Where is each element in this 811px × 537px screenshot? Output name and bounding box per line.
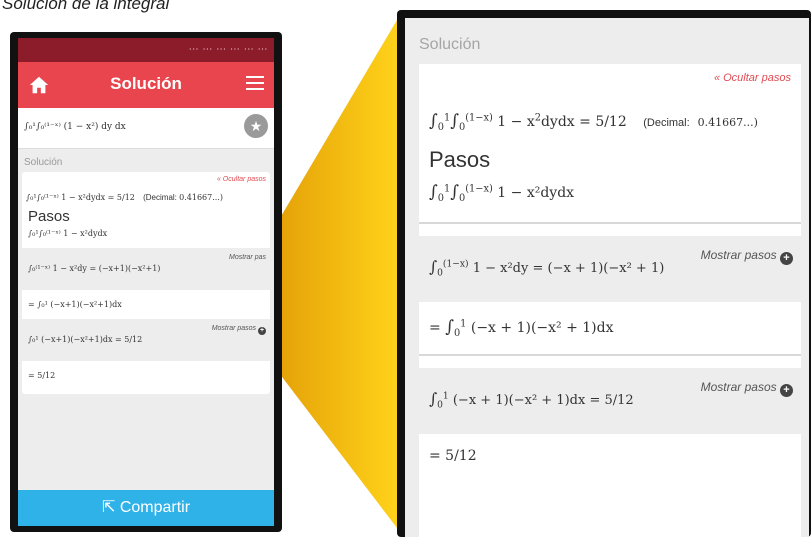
step-1: ∫0(1−x) 1 − x²dy = (−x + 1)(−x² + 1) Mos… xyxy=(419,235,801,302)
steps-heading: Pasos xyxy=(28,208,70,225)
app-header: Solución xyxy=(18,62,274,108)
menu-icon[interactable] xyxy=(246,76,264,92)
show-steps-button[interactable]: Mostrar pasos + xyxy=(701,248,793,265)
result-integrand: 1 − x xyxy=(497,114,535,130)
show-steps-label: Mostrar pasos xyxy=(211,325,257,332)
share-label: Compartir xyxy=(119,499,191,516)
phone-screen: ⋯ ⋯ ⋯ ⋯ ⋯ ⋯ Solución ∫₀¹∫₀⁽¹⁻ˣ⁾ (1 − x²)… xyxy=(18,38,274,526)
step-2: ∫₀¹ (−x+1)(−x²+1)dx = 5/12 Mostrar pasos… xyxy=(22,319,270,361)
step-1: ∫₀⁽¹⁻ˣ⁾ 1 − x²dy = (−x+1)(−x²+1) Mostrar… xyxy=(22,248,270,290)
divider xyxy=(419,221,801,224)
step-2-equation: ∫₀¹ (−x+1)(−x²+1)dx = 5/12 xyxy=(28,335,143,344)
plus-icon: + xyxy=(780,251,793,265)
plus-icon: + xyxy=(780,384,793,398)
divider xyxy=(419,354,801,357)
phone-frame: ⋯ ⋯ ⋯ ⋯ ⋯ ⋯ Solución ∫₀¹∫₀⁽¹⁻ˣ⁾ (1 − x²)… xyxy=(10,32,282,532)
show-steps-button[interactable]: Mostrar pas xyxy=(229,254,266,261)
steps-heading: Pasos xyxy=(429,146,491,172)
step-1-result: (−x + 1)(−x² + 1)dx xyxy=(470,319,614,336)
integral-expression: ∫₀¹∫₀⁽¹⁻ˣ⁾ (1 − x²) dy dx xyxy=(24,122,126,132)
page-title: Solución xyxy=(110,74,182,93)
solution-card: « Ocultar pasos ∫01∫0(1−x) 1 − x2dydx = … xyxy=(419,64,801,537)
show-steps-button[interactable]: Mostrar pasos + xyxy=(700,380,793,398)
hide-steps-link[interactable]: « Ocultar pasos xyxy=(429,72,791,84)
star-icon[interactable]: ★ xyxy=(244,114,268,138)
zoomed-screen: Solución « Ocultar pasos ∫01∫0(1−x) 1 − … xyxy=(405,18,809,537)
solution-card: « Ocultar pasos ∫₀¹∫₀⁽¹⁻ˣ⁾ 1 − x²dydx = … xyxy=(22,172,270,394)
step-1-equation: ∫₀⁽¹⁻ˣ⁾ 1 − x²dy = (−x+1)(−x²+1) xyxy=(28,264,161,273)
decimal-label: (Decimal: xyxy=(643,117,690,129)
step-2-equation: (−x + 1)(−x² + 1)dx = xyxy=(452,393,605,409)
share-icon: ⇱ xyxy=(101,499,116,516)
share-button[interactable]: ⇱ Compartir xyxy=(18,490,274,526)
steps-integral: 1 − x²dydx xyxy=(497,184,575,201)
result-equation: ∫₀¹∫₀⁽¹⁻ˣ⁾ 1 − x²dydx = 5/12 xyxy=(26,193,135,202)
steps-integral-line: ∫01∫0(1−x) 1 − x²dydx xyxy=(429,180,575,204)
final-result: = 5/12 xyxy=(429,448,477,465)
decimal-label: (Decimal: xyxy=(143,193,177,202)
step-1-equation: 1 − x²dy = (−x + 1)(−x² + 1) xyxy=(472,260,665,276)
show-steps-label: Mostrar pasos xyxy=(700,247,777,262)
decimal-value: 0.41667...) xyxy=(697,116,758,129)
step-1-result-line: = ∫01 (−x + 1)(−x² + 1)dx xyxy=(429,315,614,339)
integral-input[interactable]: ∫₀¹∫₀⁽¹⁻ˣ⁾ (1 − x²) dy dx ★ xyxy=(18,108,274,149)
status-bar: ⋯ ⋯ ⋯ ⋯ ⋯ ⋯ xyxy=(18,38,274,62)
final-result: = 5/12 xyxy=(28,371,56,380)
result-line: ∫01∫0(1−x) 1 − x2dydx = 5/12 (Decimal: 0.… xyxy=(429,110,758,133)
result-fraction: 5/12 xyxy=(595,114,627,130)
show-steps-button[interactable]: Mostrar pasos + xyxy=(212,325,266,335)
step-2: ∫01 (−x + 1)(−x² + 1)dx = 5/12 Mostrar p… xyxy=(419,368,801,435)
show-steps-label: Mostrar pasos xyxy=(700,380,777,395)
solution-label: Solución xyxy=(419,36,481,53)
zoomed-panel: Solución « Ocultar pasos ∫01∫0(1−x) 1 − … xyxy=(397,10,811,537)
result-rhs: dydx = xyxy=(540,114,596,130)
plus-icon: + xyxy=(258,327,266,335)
hide-steps-link[interactable]: « Ocultar pasos xyxy=(26,176,266,183)
result-line: ∫₀¹∫₀⁽¹⁻ˣ⁾ 1 − x²dydx = 5/12 (Decimal: 0… xyxy=(26,193,266,202)
step-1-result: = ∫₀¹ (−x+1)(−x²+1)dx xyxy=(28,300,122,309)
solution-label: Solución xyxy=(24,157,63,168)
decimal-value: 0.41667...) xyxy=(179,193,223,202)
step-2-fraction: 5/12 xyxy=(604,393,634,409)
steps-integral: ∫₀¹∫₀⁽¹⁻ˣ⁾ 1 − x²dydx xyxy=(28,229,108,238)
